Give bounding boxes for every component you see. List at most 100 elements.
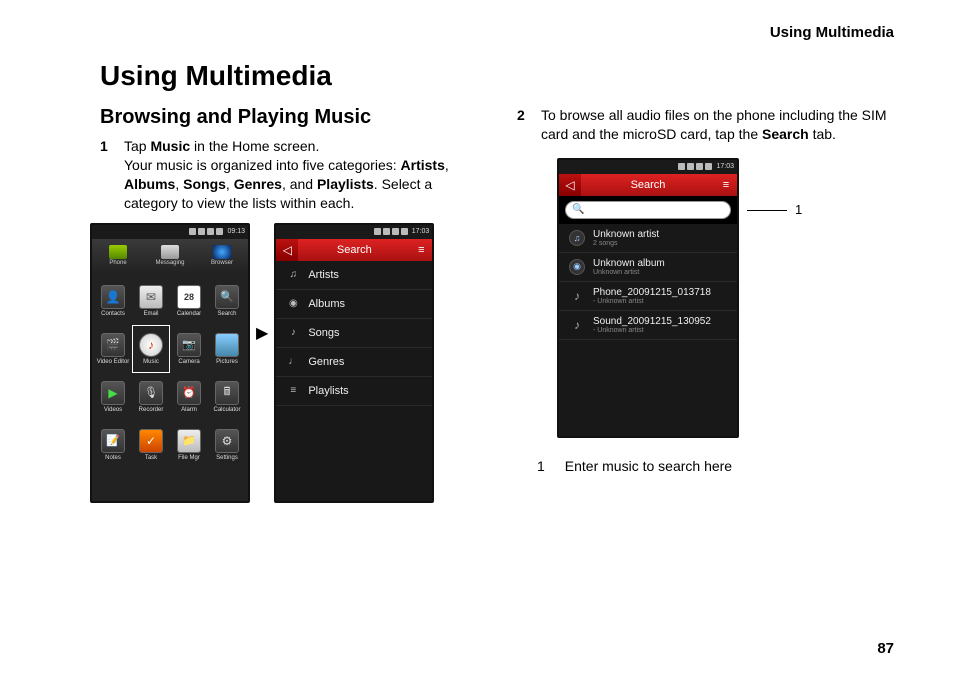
page-title: Using Multimedia bbox=[100, 60, 894, 92]
result-subtitle: 2 songs bbox=[593, 240, 659, 247]
music-category-item[interactable]: ≡ Playlists bbox=[276, 377, 432, 406]
category-label: Albums bbox=[308, 298, 345, 310]
app-grid: Contacts Email Calendar Search Video Editor M… bbox=[92, 273, 248, 501]
ved-icon bbox=[101, 333, 125, 357]
search-results: ♫Unknown artist2 songs◉Unknown albumUnkn… bbox=[559, 224, 737, 436]
phone-icon bbox=[109, 245, 127, 259]
calendar-icon bbox=[177, 285, 201, 309]
music-category-item[interactable]: ♪Songs bbox=[276, 319, 432, 348]
app-calendar[interactable]: Calendar bbox=[170, 277, 208, 325]
category-icon: ♩ bbox=[286, 355, 300, 369]
menu-button[interactable]: ≡ bbox=[715, 174, 737, 196]
app-label: Videos bbox=[104, 407, 122, 413]
search-result-item[interactable]: ♪Phone_20091215_013718 - Unknown artist bbox=[559, 282, 737, 311]
category-label: Songs bbox=[308, 327, 339, 339]
status-icon bbox=[705, 163, 712, 170]
status-icon bbox=[696, 163, 703, 170]
dock-browser[interactable]: Browser bbox=[196, 239, 248, 273]
result-icon: ♪ bbox=[569, 317, 585, 333]
dock-phone[interactable]: Phone bbox=[92, 239, 144, 273]
title-bar: ◁ Search ≡ bbox=[276, 239, 432, 261]
step-1: 1 Tap Music in the Home screen. Your mus… bbox=[100, 137, 477, 213]
step-number: 1 bbox=[100, 137, 114, 213]
step-text: To browse all audio files on the phone i… bbox=[541, 106, 894, 144]
search-icon: 🔍 bbox=[572, 204, 584, 215]
task-icon bbox=[139, 429, 163, 453]
section-heading: Browsing and Playing Music bbox=[100, 106, 477, 129]
app-label: Calendar bbox=[177, 311, 201, 317]
category-icon: ≡ bbox=[286, 384, 300, 398]
search-bar[interactable]: 🔍 bbox=[565, 201, 731, 219]
contacts-icon bbox=[101, 285, 125, 309]
result-title: Phone_20091215_013718 bbox=[593, 287, 711, 298]
app-recorder[interactable]: Recorder bbox=[132, 373, 170, 421]
result-subtitle: - Unknown artist bbox=[593, 298, 711, 305]
app-settings[interactable]: Settings bbox=[208, 421, 246, 469]
app-calc[interactable]: Calculator bbox=[208, 373, 246, 421]
result-icon: ◉ bbox=[569, 259, 585, 275]
callout-legend-text: Enter music to search here bbox=[565, 458, 732, 474]
status-bar: 17:03 bbox=[559, 160, 737, 174]
app-task[interactable]: Task bbox=[132, 421, 170, 469]
app-searchi[interactable]: Search bbox=[208, 277, 246, 325]
app-notes[interactable]: Notes bbox=[94, 421, 132, 469]
status-bar: 17:03 bbox=[276, 225, 432, 239]
search-result-item[interactable]: ◉Unknown albumUnknown artist bbox=[559, 253, 737, 282]
status-icon bbox=[392, 228, 399, 235]
camera-icon bbox=[177, 333, 201, 357]
app-alarm[interactable]: Alarm bbox=[170, 373, 208, 421]
app-label: Contacts bbox=[101, 311, 125, 317]
search-input[interactable] bbox=[588, 205, 724, 215]
app-music[interactable]: Music bbox=[132, 325, 170, 373]
step-text: Tap Music in the Home screen. Your music… bbox=[124, 137, 477, 213]
result-title: Unknown artist bbox=[593, 229, 659, 240]
title-bar-text: Search bbox=[298, 244, 410, 256]
app-camera[interactable]: Camera bbox=[170, 325, 208, 373]
app-label: Task bbox=[145, 455, 157, 461]
category-label: Playlists bbox=[308, 385, 348, 397]
app-label: File Mgr bbox=[178, 455, 200, 461]
status-icon bbox=[678, 163, 685, 170]
step-2: 2 To browse all audio files on the phone… bbox=[517, 106, 894, 144]
status-time: 17:03 bbox=[412, 228, 430, 235]
phone-music-screenshot: 17:03 ◁ Search ≡ ♫Artists ◉ Albums ♪Songs ♩ G… bbox=[274, 223, 434, 503]
app-ved[interactable]: Video Editor bbox=[94, 325, 132, 373]
category-icon: ♫ bbox=[286, 268, 300, 282]
music-category-list: ♫Artists ◉ Albums ♪Songs ♩ Genres ≡ Playlists bbox=[276, 261, 432, 501]
page-number: 87 bbox=[877, 640, 894, 657]
callout-legend-num: 1 bbox=[537, 458, 545, 474]
home-dock: Phone Messaging Browser bbox=[92, 239, 248, 273]
category-label: Genres bbox=[308, 356, 344, 368]
status-icon bbox=[401, 228, 408, 235]
search-result-item[interactable]: ♫ Unknown artist2 songs bbox=[559, 224, 737, 253]
app-label: Music bbox=[143, 359, 159, 365]
result-subtitle: - Unknown artist bbox=[593, 327, 711, 334]
arrow-icon: ▶ bbox=[256, 323, 268, 343]
status-icon bbox=[216, 228, 223, 235]
result-icon: ♫ bbox=[569, 230, 585, 246]
app-contacts[interactable]: Contacts bbox=[94, 277, 132, 325]
status-icon bbox=[383, 228, 390, 235]
recorder-icon bbox=[139, 381, 163, 405]
status-icon bbox=[374, 228, 381, 235]
filemgr-icon bbox=[177, 429, 201, 453]
menu-button[interactable]: ≡ bbox=[410, 239, 432, 261]
app-filemgr[interactable]: File Mgr bbox=[170, 421, 208, 469]
right-column: 2 To browse all audio files on the phone… bbox=[517, 106, 894, 503]
music-category-item[interactable]: ♩ Genres bbox=[276, 348, 432, 377]
category-icon: ◉ bbox=[286, 297, 300, 311]
music-category-item[interactable]: ♫Artists bbox=[276, 261, 432, 290]
searchi-icon bbox=[215, 285, 239, 309]
app-videos[interactable]: Videos bbox=[94, 373, 132, 421]
music-category-item[interactable]: ◉ Albums bbox=[276, 290, 432, 319]
left-column: Browsing and Playing Music 1 Tap Music i… bbox=[100, 106, 477, 503]
callout-number: 1 bbox=[795, 202, 802, 217]
back-button[interactable]: ◁ bbox=[559, 174, 581, 196]
dock-messaging[interactable]: Messaging bbox=[144, 239, 196, 273]
status-icon bbox=[189, 228, 196, 235]
result-subtitle: Unknown artist bbox=[593, 269, 665, 276]
app-pictures[interactable]: Pictures bbox=[208, 325, 246, 373]
search-result-item[interactable]: ♪Sound_20091215_130952 - Unknown artist bbox=[559, 311, 737, 340]
back-button[interactable]: ◁ bbox=[276, 239, 298, 261]
app-email[interactable]: Email bbox=[132, 277, 170, 325]
